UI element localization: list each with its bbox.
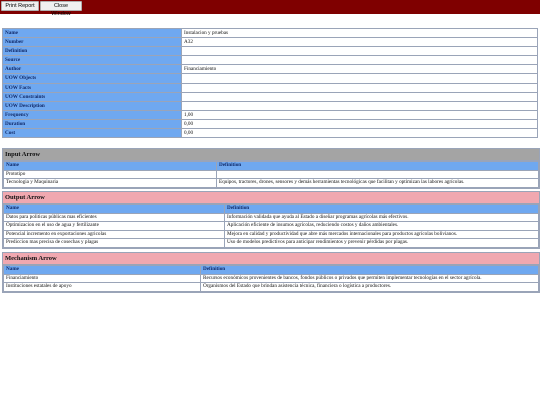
- property-row: UOW Description: [2, 100, 538, 111]
- property-label: Author: [2, 64, 182, 75]
- output-arrow-title: Output Arrow: [3, 192, 539, 204]
- property-value: 1,00: [181, 109, 538, 120]
- property-value: [181, 73, 538, 84]
- arrow-name: Prediccion mas precisa de cosechas y pla…: [3, 238, 225, 248]
- property-label: UOW Description: [2, 100, 182, 111]
- arrow-name: Tecnologia y Maquinaria: [3, 178, 217, 188]
- input-arrow-table: Name Definition Prototipo Tecnologia y M…: [3, 161, 539, 188]
- property-row: UOW Facts: [2, 82, 538, 93]
- arrow-definition: Mejora en calidad y productividad que ab…: [224, 229, 539, 239]
- property-label: Source: [2, 55, 182, 66]
- output-arrow-section: Output Arrow Name Definition Datos para …: [2, 191, 540, 249]
- property-row: Cost 0,00: [2, 128, 538, 139]
- column-header-name: Name: [3, 265, 201, 275]
- arrow-definition: Aplicación eficiente de insumos agrícola…: [224, 221, 539, 231]
- column-header-name: Name: [3, 204, 225, 214]
- mechanism-arrow-title: Mechanism Arrow: [3, 253, 539, 265]
- property-value: [181, 91, 538, 102]
- property-label: Cost: [2, 128, 182, 139]
- table-row: Instituciones estatales de apoyo Organis…: [3, 282, 539, 292]
- arrow-name: Instituciones estatales de apoyo: [3, 282, 201, 292]
- print-report-button[interactable]: Print Report: [1, 1, 39, 11]
- property-value: A32: [181, 37, 538, 48]
- arrow-definition: Equipos, tractores, drones, sensores y d…: [216, 178, 539, 188]
- property-value: Financiamiento: [181, 64, 538, 75]
- property-row: Author Financiamiento: [2, 64, 538, 75]
- arrow-definition: Uso de modelos predictivos para anticipa…: [224, 238, 539, 248]
- mechanism-arrow-table: Name Definition Financiamiento Recursos …: [3, 265, 539, 292]
- property-value: 0,00: [181, 128, 538, 139]
- mechanism-arrow-section: Mechanism Arrow Name Definition Financia…: [2, 252, 540, 293]
- property-value: [181, 55, 538, 66]
- properties-table: Name Instalacion y pruebas Number A32 Defi…: [2, 27, 538, 139]
- column-header-name: Name: [3, 161, 217, 171]
- table-row: Tecnologia y Maquinaria Equipos, tractor…: [3, 178, 539, 188]
- table-row: Financiamiento Recursos económicos prove…: [3, 273, 539, 283]
- column-header-definition: Definition: [200, 265, 539, 275]
- property-row: Number A32: [2, 37, 538, 48]
- property-row: Definition: [2, 46, 538, 57]
- property-row: UOW Constraints: [2, 91, 538, 102]
- property-row: Source: [2, 55, 538, 66]
- property-label: UOW Constraints: [2, 91, 182, 102]
- property-row: UOW Objects: [2, 73, 538, 84]
- property-value: Instalacion y pruebas: [181, 27, 538, 39]
- property-label: Duration: [2, 118, 182, 130]
- input-arrow-title: Input Arrow: [3, 149, 539, 161]
- property-row: Name Instalacion y pruebas: [2, 27, 538, 39]
- top-toolbar: Print Report Close Window: [0, 0, 540, 17]
- table-row: Datos para politicas públicas mas eficie…: [3, 212, 539, 222]
- column-header-definition: Definition: [224, 204, 539, 214]
- arrow-definition: Organismos del Estado que brindan asiste…: [200, 282, 539, 292]
- arrow-name: Potencial incremento en exportaciones ag…: [3, 229, 225, 239]
- property-label: Frequency: [2, 109, 182, 120]
- table-row: Potencial incremento en exportaciones ag…: [3, 229, 539, 239]
- arrow-definition: Información validada que ayuda al Estado…: [224, 212, 539, 222]
- arrow-name: Financiamiento: [3, 273, 201, 283]
- property-value: [181, 100, 538, 111]
- property-label: UOW Objects: [2, 73, 182, 84]
- close-window-button[interactable]: Close Window: [40, 1, 82, 17]
- arrow-name: Prototipo: [3, 169, 217, 179]
- property-row: Duration 0,00: [2, 118, 538, 130]
- arrow-definition: Recursos económicos provenientes de banc…: [200, 273, 539, 283]
- column-header-definition: Definition: [216, 161, 539, 171]
- property-label: Number: [2, 37, 182, 48]
- property-label: Definition: [2, 46, 182, 57]
- property-value: [181, 46, 538, 57]
- table-row: Optimizacion en el uso de agua y fertili…: [3, 221, 539, 231]
- arrow-name: Datos para politicas públicas mas eficie…: [3, 212, 225, 222]
- input-arrow-section: Input Arrow Name Definition Prototipo Te…: [2, 148, 540, 189]
- property-label: Name: [2, 27, 182, 39]
- arrow-definition: [216, 169, 539, 179]
- table-row: Prediccion mas precisa de cosechas y pla…: [3, 238, 539, 248]
- output-arrow-table: Name Definition Datos para politicas púb…: [3, 204, 539, 248]
- property-value: [181, 82, 538, 93]
- property-label: UOW Facts: [2, 82, 182, 93]
- property-value: 0,00: [181, 118, 538, 130]
- table-row: Prototipo: [3, 169, 539, 179]
- arrow-name: Optimizacion en el uso de agua y fertili…: [3, 221, 225, 231]
- property-row: Frequency 1,00: [2, 109, 538, 120]
